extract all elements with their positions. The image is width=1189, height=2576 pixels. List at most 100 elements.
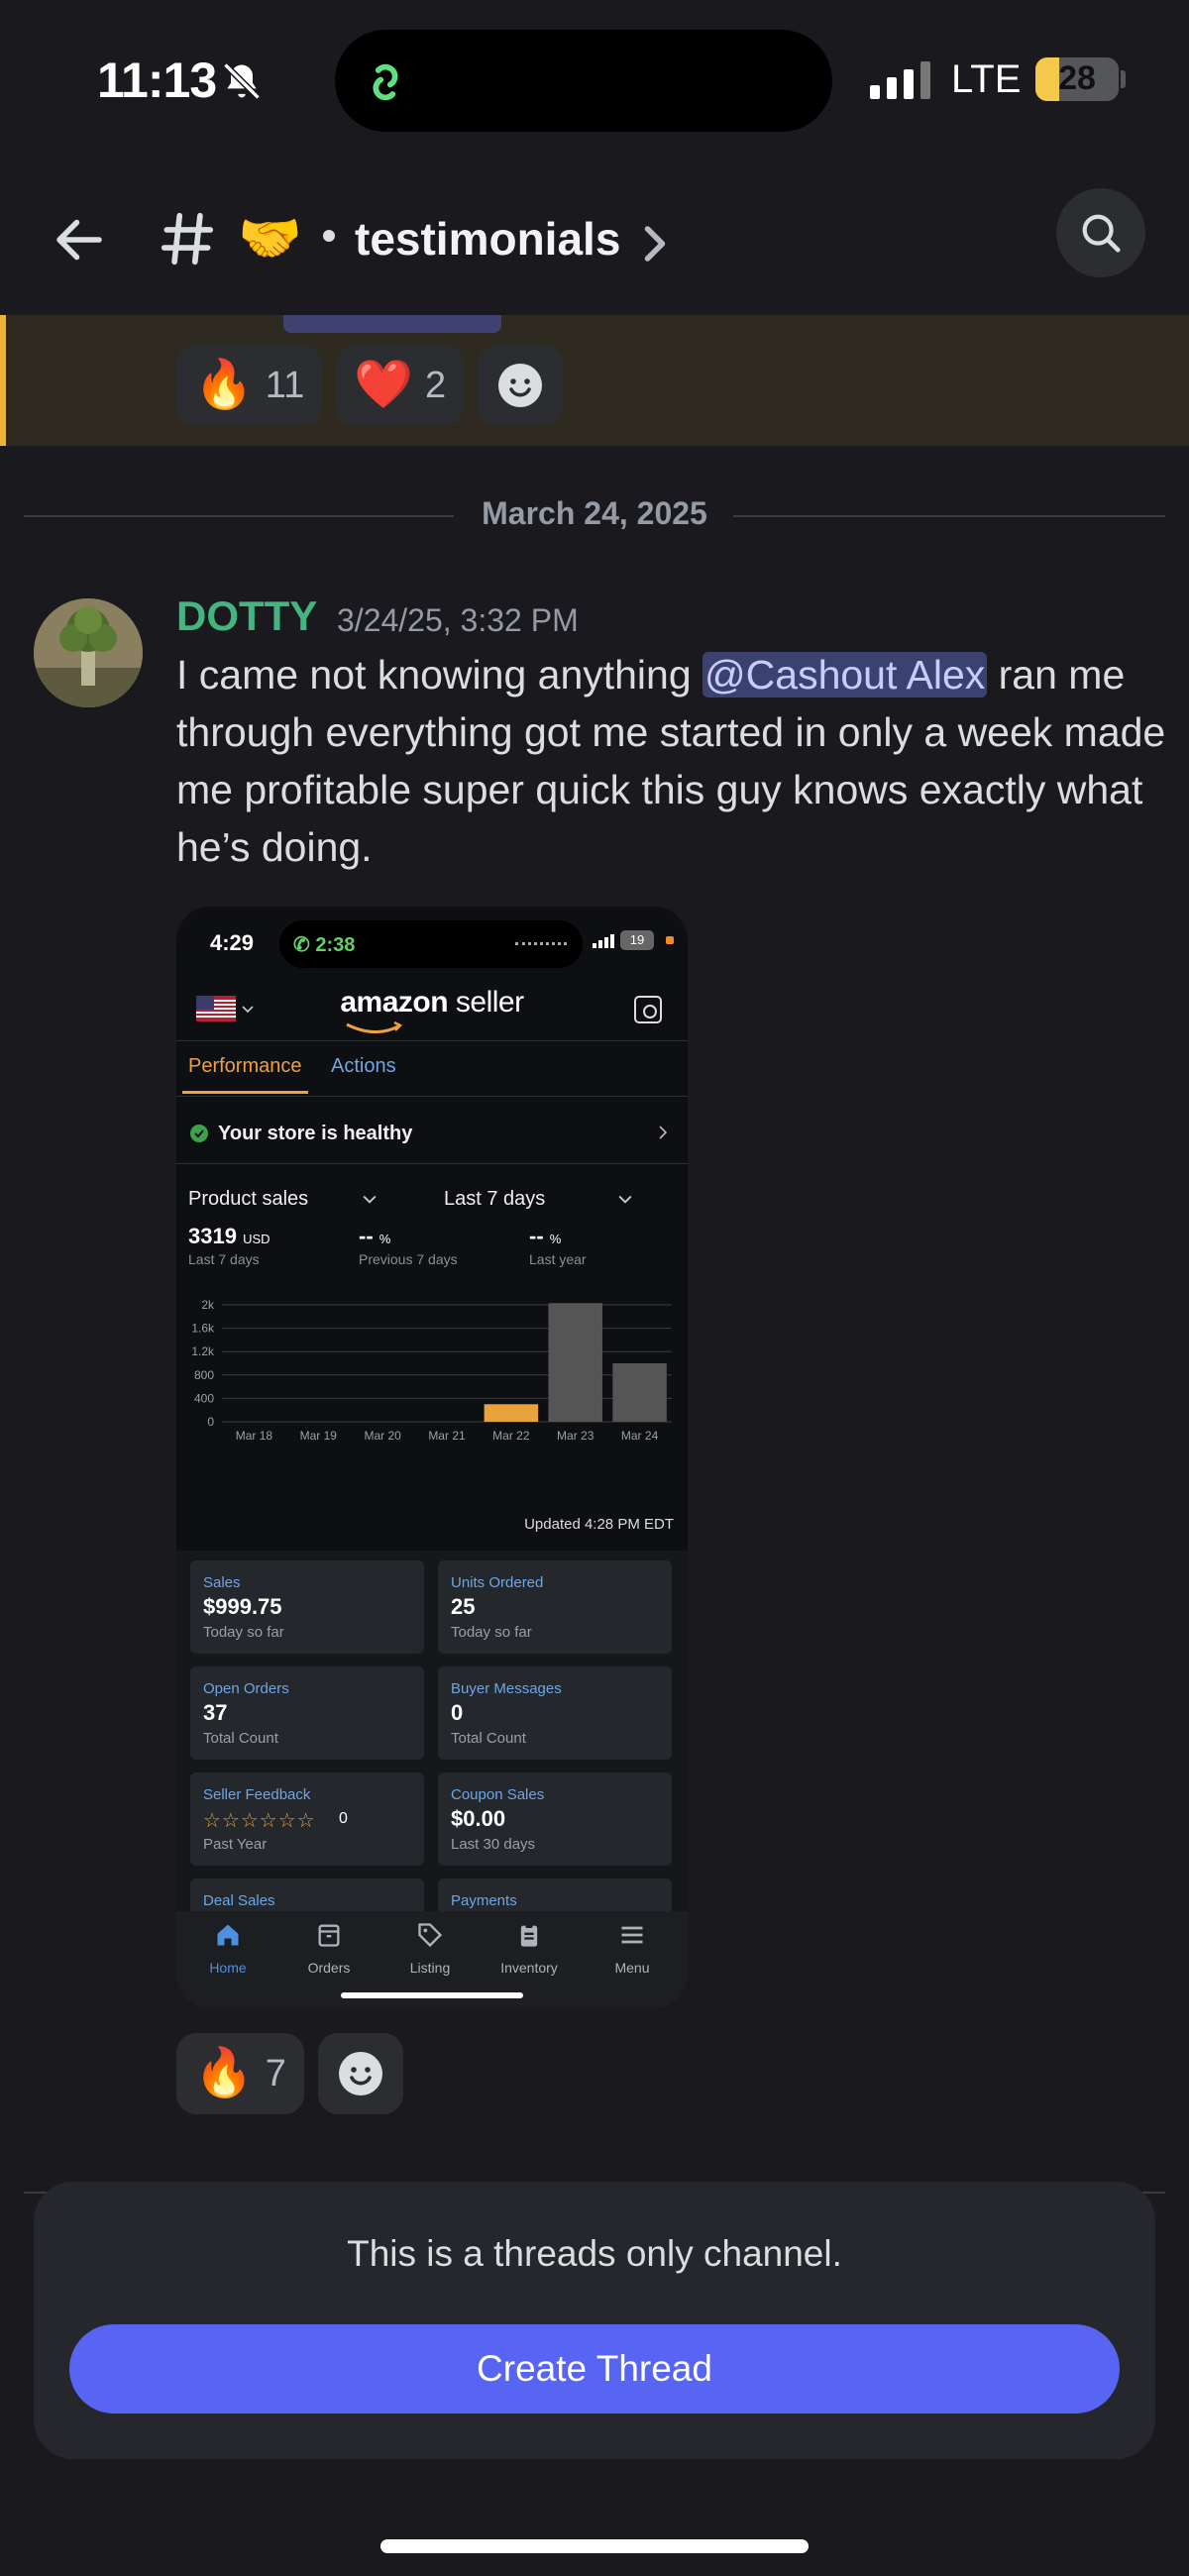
create-thread-button[interactable]: Create Thread — [69, 2324, 1120, 2414]
x-tick-label: Mar 19 — [300, 1429, 338, 1443]
sales-stats: 3319 USD Last 7 days -- % Previous 7 day… — [176, 1224, 688, 1283]
amazon-smile-icon — [345, 1020, 404, 1040]
bar — [484, 1404, 539, 1422]
card-value: 0 — [339, 1810, 348, 1827]
message-timestamp: 3/24/25, 3:32 PM — [337, 602, 579, 638]
nav-label: Home — [209, 1960, 247, 1976]
channel-name[interactable]: testimonials — [355, 212, 620, 266]
link-icon — [357, 54, 414, 116]
check-circle-icon — [190, 1125, 208, 1142]
battery-level: 28 — [1058, 59, 1096, 97]
reaction-count: 2 — [424, 364, 447, 406]
box-icon — [318, 1924, 340, 1947]
stat-label: Last 7 days — [188, 1251, 260, 1267]
card-sub: Last 30 days — [451, 1836, 536, 1853]
message-reactions: 🔥 7 — [176, 2033, 403, 2114]
x-tick-label: Mar 24 — [621, 1429, 659, 1443]
bar — [548, 1303, 602, 1422]
card-label: Sales — [203, 1574, 241, 1591]
nav-orders: Orders — [289, 1921, 369, 1976]
message-text: I came not knowing anything @Cashout Ale… — [176, 646, 1167, 876]
card-coupon-sales: Coupon Sales $0.00 Last 30 days — [438, 1772, 672, 1866]
card-seller-feedback: Seller Feedback ☆☆☆☆☆☆ 0 Past Year — [190, 1772, 424, 1866]
home-icon — [217, 1924, 239, 1946]
smiley-icon — [338, 2052, 382, 2095]
heart-icon: ❤️ — [354, 359, 413, 411]
x-tick-label: Mar 22 — [492, 1429, 530, 1443]
x-tick-label: Mar 18 — [236, 1429, 273, 1443]
reaction-fire[interactable]: 🔥 11 — [176, 345, 323, 426]
mention-chip[interactable] — [283, 315, 501, 333]
embedded-status-bar: 4:29 ✆ 2:38 19 — [176, 907, 688, 968]
call-time: 2:38 — [315, 934, 356, 956]
card-label: Buyer Messages — [451, 1680, 562, 1697]
message-author[interactable]: DOTTY — [176, 592, 317, 640]
back-arrow-icon[interactable] — [50, 210, 109, 274]
nav-inventory: Inventory — [489, 1921, 569, 1976]
reaction-count: 7 — [265, 2052, 286, 2094]
logo-rest: seller — [448, 986, 524, 1019]
reaction-heart[interactable]: ❤️ 2 — [336, 345, 465, 426]
stat-last-7-days: 3319 USD Last 7 days — [188, 1224, 270, 1267]
nav-listing: Listing — [390, 1921, 470, 1976]
store-health-text: Your store is healthy — [218, 1123, 413, 1144]
period-select: Last 7 days — [444, 1188, 546, 1210]
avatar[interactable] — [34, 598, 143, 707]
recording-dot-icon — [666, 936, 674, 944]
previous-message-highlight: 🔥 11 ❤️ 2 — [0, 315, 1189, 446]
stat-value: -- — [529, 1224, 544, 1248]
card-label: Open Orders — [203, 1680, 289, 1697]
x-tick-label: Mar 23 — [557, 1429, 594, 1443]
signal-icon — [870, 59, 930, 99]
stat-unit: % — [378, 1232, 391, 1246]
channel-header: 🤝 testimonials — [0, 178, 1189, 312]
chevron-down-icon — [363, 1192, 377, 1210]
card-label: Deal Sales — [203, 1892, 275, 1909]
store-health-row: Your store is healthy — [176, 1117, 688, 1164]
fire-icon: 🔥 — [194, 359, 254, 411]
metric-cards: Sales $999.75 Today so far Units Ordered… — [176, 1551, 688, 1972]
card-sales: Sales $999.75 Today so far — [190, 1560, 424, 1654]
image-attachment[interactable]: 4:29 ✆ 2:38 19 amazon seller Performance… — [176, 907, 688, 2008]
add-reaction-button[interactable] — [478, 345, 564, 426]
chevron-right-icon — [658, 1125, 668, 1145]
card-sub: Today so far — [451, 1624, 532, 1641]
divider-date: March 24, 2025 — [482, 495, 707, 531]
filter-selects: Product sales Last 7 days — [176, 1174, 688, 1224]
handshake-emoji-icon: 🤝 — [238, 210, 302, 268]
stat-previous-7-days: -- % Previous 7 days — [359, 1224, 458, 1267]
nav-label: Menu — [614, 1960, 650, 1976]
x-tick-label: Mar 20 — [364, 1429, 401, 1443]
card-sub: Total Count — [451, 1730, 526, 1747]
add-reaction-button[interactable] — [317, 2033, 403, 2114]
user-mention[interactable]: @Cashout Alex — [703, 652, 988, 698]
chevron-down-icon — [618, 1192, 632, 1210]
stat-value: -- — [359, 1224, 374, 1248]
card-label: Units Ordered — [451, 1574, 544, 1591]
embedded-battery: 19 — [620, 930, 654, 950]
tab-actions: Actions — [331, 1055, 396, 1077]
nav-home: Home — [188, 1921, 268, 1976]
updated-time: Updated 4:28 PM EDT — [524, 1516, 674, 1533]
tab-performance: Performance — [182, 1055, 307, 1094]
battery-tip — [1121, 70, 1126, 88]
stat-last-year: -- % Last year — [529, 1224, 587, 1267]
y-tick-label: 2k — [201, 1298, 215, 1312]
card-label: Payments — [451, 1892, 517, 1909]
nav-label: Orders — [307, 1960, 351, 1976]
bar — [612, 1363, 667, 1422]
home-indicator[interactable] — [380, 2539, 809, 2553]
embedded-home-indicator — [341, 1992, 523, 1998]
network-label: LTE — [951, 57, 1022, 101]
y-tick-label: 1.2k — [191, 1344, 215, 1358]
chevron-right-icon[interactable] — [640, 224, 670, 268]
embedded-signal-icon — [593, 934, 614, 948]
stat-label: Last year — [529, 1251, 587, 1267]
reaction-fire[interactable]: 🔥 7 — [176, 2033, 304, 2114]
waveform-icon — [515, 942, 567, 945]
card-sub: Today so far — [203, 1624, 284, 1641]
search-button[interactable] — [1056, 188, 1145, 277]
metric-select: Product sales — [188, 1188, 309, 1210]
card-buyer-messages: Buyer Messages 0 Total Count — [438, 1666, 672, 1760]
stat-unit: % — [549, 1232, 562, 1246]
